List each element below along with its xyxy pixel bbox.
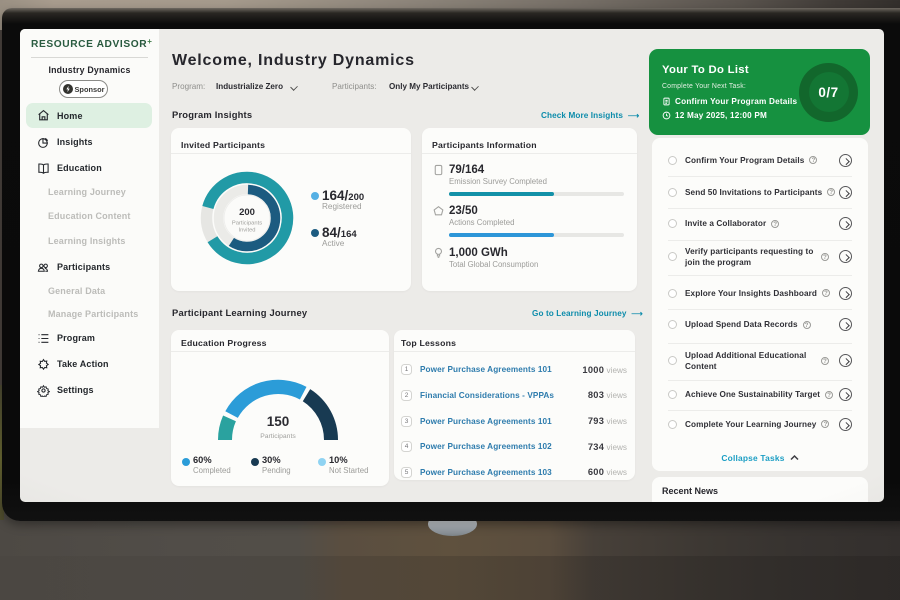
svg-text:Invited: Invited [238,228,255,234]
svg-text:Participants: Participants [260,433,296,440]
svg-text:200: 200 [239,207,255,218]
svg-text:150: 150 [267,414,290,429]
svg-text:Participants: Participants [232,221,262,227]
